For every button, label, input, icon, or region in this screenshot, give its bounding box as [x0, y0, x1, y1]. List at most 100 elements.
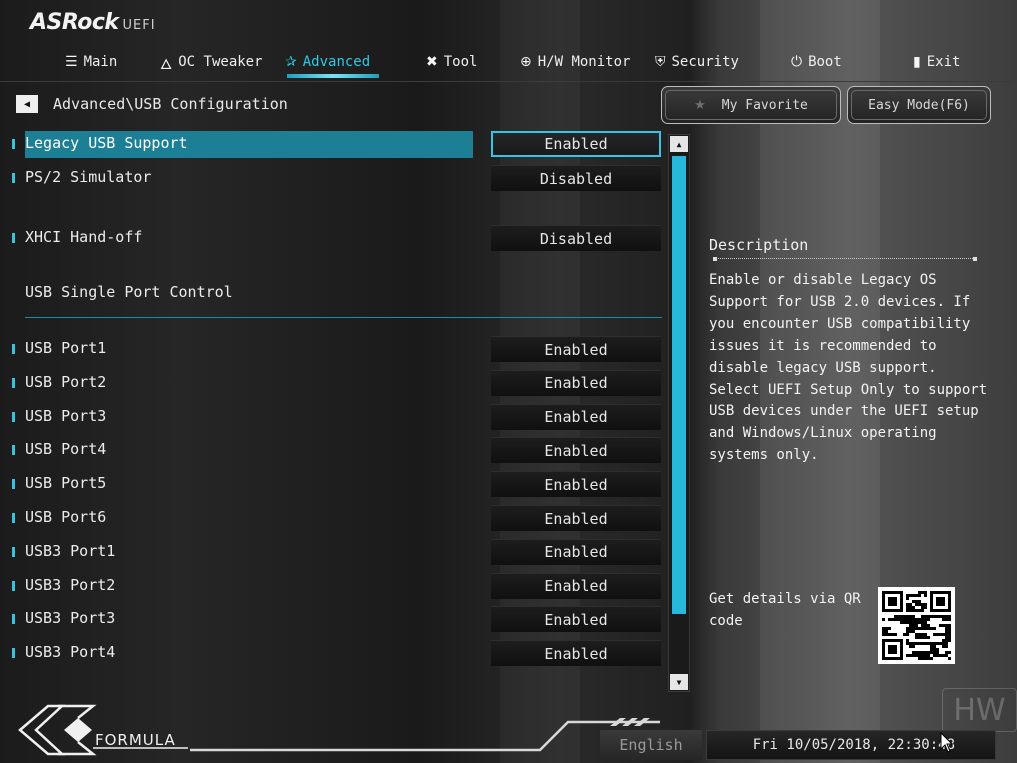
scrollbar[interactable]: ▲ ▼: [668, 134, 690, 692]
port-row-usb3-port1[interactable]: USB3 Port1 Enabled: [0, 537, 665, 565]
qr-label: Get details via QR code: [709, 591, 861, 629]
brand-suffix: UEFI: [122, 18, 156, 33]
section-title: USB Single Port Control: [25, 283, 233, 301]
tab-tool[interactable]: ✖ Tool: [426, 48, 477, 76]
item-marker-icon: [12, 173, 15, 183]
description-title: Description: [709, 236, 809, 254]
easy-mode-label: Easy Mode(F6): [868, 97, 970, 113]
description-text: Enable or disable Legacy OS Support for …: [709, 272, 988, 464]
watermark-text: HW: [953, 692, 1006, 728]
back-button[interactable]: ◀: [16, 95, 38, 113]
setting-value-select[interactable]: Enabled: [491, 336, 661, 362]
setting-label: USB3 Port3: [25, 609, 116, 628]
setting-value-select[interactable]: Enabled: [491, 572, 661, 599]
port-row-usb-port2[interactable]: USB Port2 Enabled: [0, 368, 665, 396]
tab-label: OC Tweaker: [178, 54, 263, 70]
my-favorite-button[interactable]: ★ My Favorite: [661, 86, 841, 124]
item-marker-icon: [12, 614, 15, 625]
flame-icon: 🜂: [160, 56, 173, 73]
port-row-usb-port3[interactable]: USB Port3 Enabled: [0, 402, 665, 430]
my-favorite-label: My Favorite: [721, 97, 808, 113]
port-row-usb3-port4[interactable]: USB3 Port4 Enabled: [0, 638, 665, 667]
port-row-usb3-port3[interactable]: USB3 Port3 Enabled: [0, 604, 665, 633]
setting-value-select[interactable]: Disabled: [491, 165, 661, 191]
setting-label: Legacy USB Support: [25, 134, 188, 152]
description-divider: [713, 257, 977, 261]
setting-label: USB Port5: [25, 474, 107, 493]
setting-value-select[interactable]: Disabled: [491, 225, 661, 251]
exit-icon: ▮: [913, 54, 921, 70]
item-marker-icon: [12, 546, 15, 557]
port-row-usb-port4[interactable]: USB Port4 Enabled: [0, 435, 665, 464]
qr-code: [878, 587, 955, 664]
main-tabs: ☰ Main 🜂 OC Tweaker ✰ Advanced ✖ Tool ⊕ H/W Monit…: [0, 48, 1017, 76]
header: ASRock UEFI ☰ Main 🜂 OC Tweaker ✰ Advanced ✖ Too…: [0, 0, 1017, 82]
setting-value-select[interactable]: Enabled: [491, 131, 661, 157]
setting-value-select[interactable]: Enabled: [491, 505, 661, 531]
setting-label: USB Port6: [25, 508, 107, 526]
item-marker-icon: [12, 648, 15, 659]
setting-label: USB3 Port1: [25, 541, 116, 560]
setting-row-xhci-hand-off[interactable]: XHCI Hand-off Disabled: [0, 223, 665, 251]
port-row-usb-port5[interactable]: USB Port5 Enabled: [0, 469, 665, 498]
active-tab-indicator: [287, 74, 379, 78]
formula-logo-text: FORMULA: [95, 731, 176, 749]
tab-h-w-monitor[interactable]: ⊕ H/W Monitor: [520, 48, 630, 76]
scroll-down-button[interactable]: ▼: [670, 674, 688, 690]
port-row-usb3-port2[interactable]: USB3 Port2 Enabled: [0, 571, 665, 599]
item-marker-icon: [12, 445, 15, 456]
tab-boot[interactable]: ⏻ Boot: [791, 48, 842, 76]
tab-label: Tool: [443, 54, 478, 70]
star-icon: ★: [694, 97, 706, 113]
setting-value-select[interactable]: Enabled: [491, 437, 661, 464]
item-marker-icon: [12, 233, 15, 243]
item-marker-icon: [12, 344, 15, 354]
tab-label: Boot: [808, 54, 842, 70]
qr-code-image: [882, 591, 951, 660]
language-button[interactable]: English: [600, 730, 702, 760]
setting-value-select[interactable]: Enabled: [491, 369, 661, 396]
setting-row-legacy-usb-support[interactable]: Legacy USB Support Enabled: [0, 129, 665, 158]
monitor-icon: ⊕: [520, 54, 532, 70]
tab-label: Advanced: [302, 54, 371, 70]
item-marker-icon: [12, 513, 15, 523]
setting-value-select[interactable]: Enabled: [491, 403, 661, 430]
scroll-thumb[interactable]: [672, 156, 686, 614]
item-marker-icon: [12, 377, 15, 388]
section-divider: [25, 317, 662, 318]
setting-label: USB3 Port4: [25, 643, 116, 662]
tab-oc-tweaker[interactable]: 🜂 OC Tweaker: [160, 48, 263, 76]
tools-icon: ✖: [426, 54, 438, 70]
setting-value-select[interactable]: Enabled: [491, 471, 661, 498]
item-marker-icon: [12, 411, 15, 422]
item-marker-icon: [12, 139, 15, 149]
brand-name: ASRock: [30, 10, 119, 35]
tab-main[interactable]: ☰ Main: [65, 48, 117, 76]
setting-row-ps-2-simulator[interactable]: PS/2 Simulator Disabled: [0, 163, 665, 191]
setting-value-select[interactable]: Enabled: [491, 538, 661, 565]
tab-label: Exit: [926, 54, 961, 70]
setting-value-select[interactable]: Enabled: [491, 640, 661, 667]
port-row-usb-port1[interactable]: USB Port1 Enabled: [0, 334, 665, 362]
setting-label: XHCI Hand-off: [25, 228, 143, 246]
mouse-cursor-icon: [940, 732, 954, 753]
setting-label: USB Port3: [25, 406, 107, 425]
setting-label: USB3 Port2: [25, 575, 116, 594]
settings-list: USB Single Port Control Legacy USB Suppo…: [0, 128, 665, 683]
setting-label: USB Port4: [25, 440, 107, 459]
tab-label: Security: [671, 54, 739, 70]
port-row-usb-port6[interactable]: USB Port6 Enabled: [0, 503, 665, 531]
tab-exit[interactable]: ▮ Exit: [913, 48, 960, 76]
item-marker-icon: [12, 479, 15, 490]
easy-mode-button[interactable]: Easy Mode(F6): [847, 86, 991, 124]
setting-value-select[interactable]: Enabled: [491, 606, 661, 633]
setting-label: PS/2 Simulator: [25, 168, 152, 186]
scroll-up-button[interactable]: ▲: [670, 136, 688, 152]
tab-security[interactable]: ⛨ Security: [655, 48, 739, 76]
tab-label: Main: [83, 54, 118, 70]
power-icon: ⏻: [791, 54, 803, 70]
uefi-screen: ASRock UEFI ☰ Main 🜂 OC Tweaker ✰ Advanced ✖ Too…: [0, 0, 1017, 763]
shield-icon: ⛨: [655, 54, 666, 70]
setting-label: USB Port2: [25, 372, 107, 391]
tab-advanced[interactable]: ✰ Advanced: [285, 48, 370, 76]
